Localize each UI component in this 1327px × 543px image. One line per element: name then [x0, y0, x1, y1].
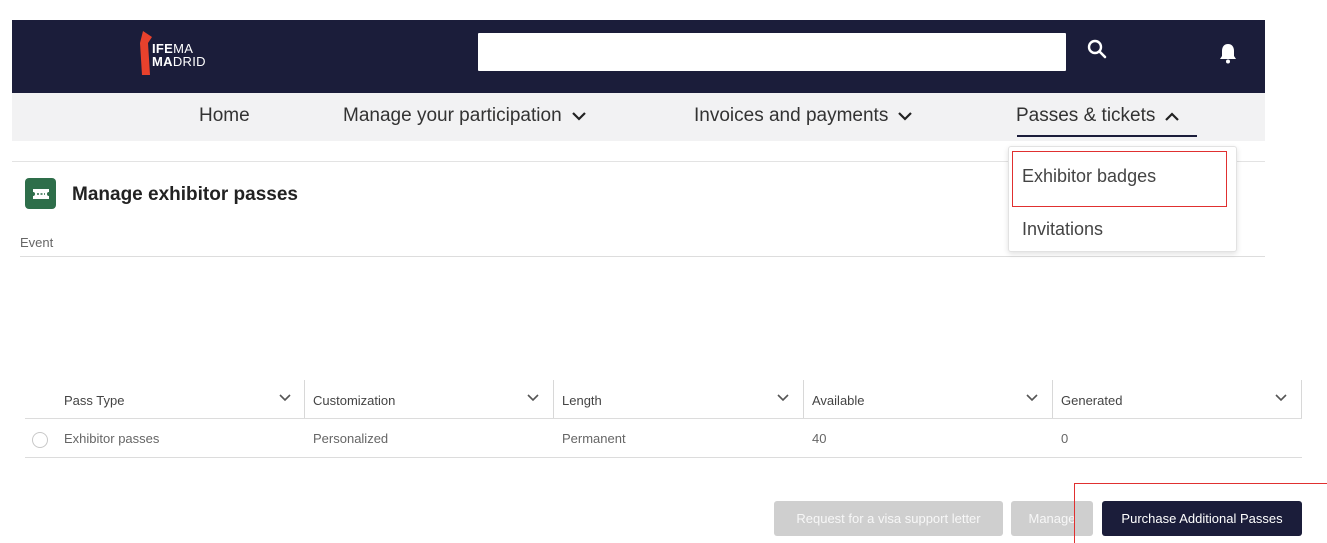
chevron-down-icon: [571, 111, 586, 121]
chevron-down-icon[interactable]: [1026, 394, 1038, 402]
column-header-length[interactable]: Length: [553, 380, 803, 418]
logo-mark-icon: [140, 31, 152, 75]
column-separator: [1301, 380, 1302, 418]
column-header-available[interactable]: Available: [803, 380, 1052, 418]
table-cell-pass-type: Exhibitor passes: [64, 431, 160, 446]
chevron-up-icon: [1165, 111, 1180, 121]
chevron-down-icon[interactable]: [1275, 394, 1287, 402]
nav-item-invoices-payments[interactable]: Invoices and payments: [694, 105, 913, 127]
chevron-down-icon[interactable]: [527, 394, 539, 402]
nav-item-manage-participation[interactable]: Manage your participation: [343, 105, 586, 127]
chevron-down-icon[interactable]: [279, 394, 291, 402]
search-button[interactable]: [1082, 34, 1112, 64]
menu-item-invitations[interactable]: Invitations: [1022, 219, 1103, 240]
passes-tickets-dropdown: Exhibitor badges Invitations: [1008, 146, 1237, 252]
search-icon: [1087, 39, 1107, 59]
search-input[interactable]: [478, 33, 1066, 71]
table-header-divider: [25, 418, 1302, 419]
active-nav-underline: [1017, 135, 1197, 137]
nav-item-label: Manage your participation: [343, 105, 562, 126]
chevron-down-icon: [898, 111, 913, 121]
nav-item-label: Home: [199, 105, 250, 126]
nav-item-home[interactable]: Home: [199, 105, 250, 127]
divider: [20, 256, 1265, 257]
ticket-icon: [25, 178, 56, 209]
table-cell-available: 40: [812, 431, 827, 446]
ifema-madrid-logo[interactable]: IFEMA MADRID: [125, 29, 245, 83]
manage-button[interactable]: Manage: [1011, 501, 1093, 536]
main-nav: Home Manage your participation Invoices …: [12, 93, 1265, 141]
column-header-pass-type[interactable]: Pass Type: [55, 380, 304, 418]
logo-text: IFEMA MADRID: [152, 41, 206, 69]
column-header-generated[interactable]: Generated: [1052, 380, 1301, 418]
table-cell-length: Permanent: [562, 431, 626, 446]
chevron-down-icon[interactable]: [777, 394, 789, 402]
page-title: Manage exhibitor passes: [72, 184, 298, 205]
request-visa-letter-button[interactable]: Request for a visa support letter: [774, 501, 1003, 536]
table-cell-customization: Personalized: [313, 431, 389, 446]
table-cell-generated: 0: [1061, 431, 1069, 446]
event-label: Event: [20, 235, 54, 250]
nav-item-label: Invoices and payments: [694, 105, 889, 126]
notifications-button[interactable]: [1215, 40, 1241, 66]
row-select-radio[interactable]: [32, 432, 48, 448]
purchase-additional-passes-button[interactable]: Purchase Additional Passes: [1102, 501, 1302, 536]
top-header: IFEMA MADRID: [12, 20, 1265, 93]
nav-item-passes-tickets[interactable]: Passes & tickets: [1016, 105, 1180, 127]
bell-icon: [1220, 44, 1236, 64]
column-header-customization[interactable]: Customization: [304, 380, 553, 418]
nav-item-label: Passes & tickets: [1016, 105, 1156, 126]
table-row-divider: [25, 457, 1302, 458]
menu-item-exhibitor-badges[interactable]: Exhibitor badges: [1022, 166, 1156, 187]
